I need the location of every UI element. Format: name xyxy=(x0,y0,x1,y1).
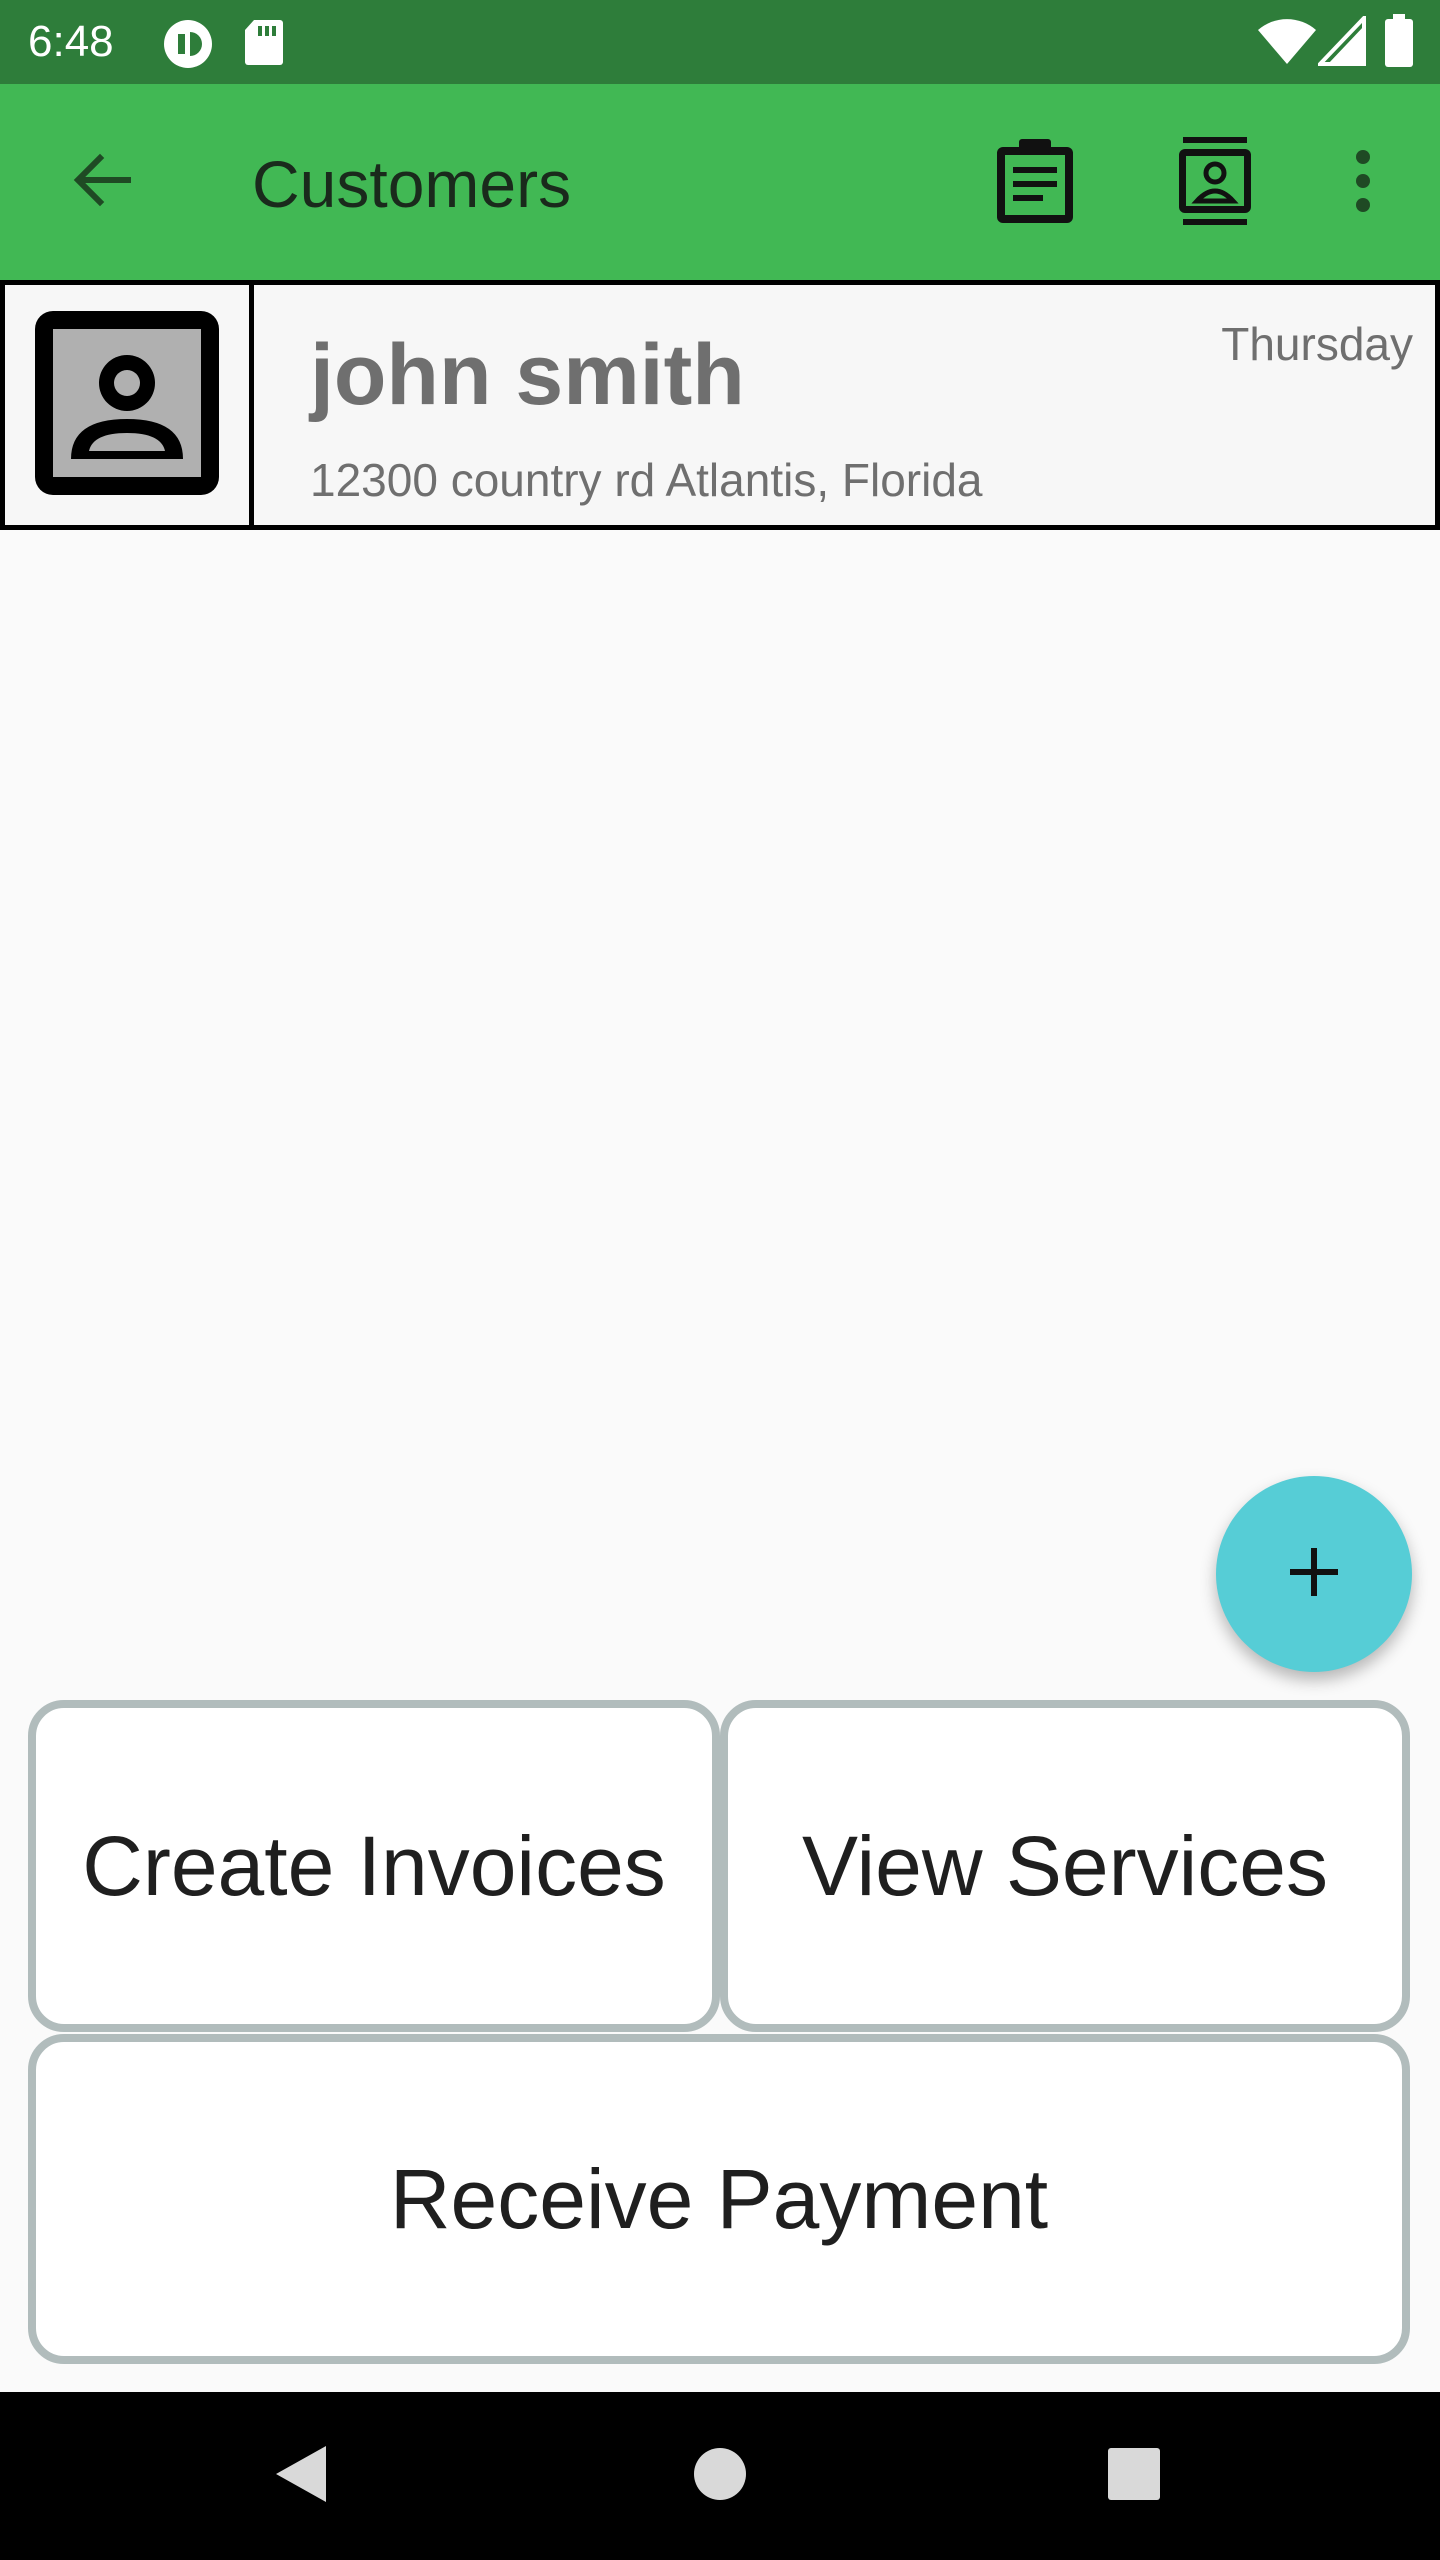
sd-card-icon xyxy=(244,18,284,71)
receive-payment-button[interactable]: Receive Payment xyxy=(28,2034,1410,2364)
notification-app-icon xyxy=(162,18,214,75)
view-services-button[interactable]: View Services xyxy=(720,1700,1410,2032)
battery-icon xyxy=(1384,14,1414,73)
clipboard-list-icon xyxy=(989,135,1081,232)
cellular-signal-icon xyxy=(1315,13,1366,71)
create-invoices-button[interactable]: Create Invoices xyxy=(28,1700,720,2032)
back-button[interactable] xyxy=(52,132,152,232)
wifi-icon xyxy=(1256,16,1318,71)
customer-address: 12300 country rd Atlantis, Florida xyxy=(310,454,983,506)
status-bar: 6:48 xyxy=(0,0,1440,84)
system-nav-bar xyxy=(0,2392,1440,2560)
app-bar: Customers xyxy=(0,84,1440,280)
invoices-toolbar-button[interactable] xyxy=(980,128,1090,238)
customer-day: Thursday xyxy=(1221,318,1413,370)
customer-name: john smith xyxy=(310,327,745,423)
home-circle-icon xyxy=(692,2446,748,2507)
overflow-menu-button[interactable] xyxy=(1308,128,1418,238)
contacts-toolbar-button[interactable] xyxy=(1160,128,1270,238)
plus-icon xyxy=(1284,1542,1344,1607)
nav-recents-button[interactable] xyxy=(1084,2426,1184,2526)
avatar xyxy=(5,285,254,525)
customer-list-item[interactable]: john smith 12300 country rd Atlantis, Fl… xyxy=(0,280,1440,530)
arrow-back-icon xyxy=(70,148,134,217)
recents-square-icon xyxy=(1106,2446,1162,2507)
contact-card-icon xyxy=(1175,135,1255,232)
more-vert-icon xyxy=(1353,149,1373,218)
nav-back-button[interactable] xyxy=(250,2426,350,2526)
page-title: Customers xyxy=(252,147,572,221)
nav-home-button[interactable] xyxy=(670,2426,770,2526)
status-time: 6:48 xyxy=(28,17,114,66)
back-triangle-icon xyxy=(270,2442,330,2511)
add-customer-button[interactable] xyxy=(1216,1476,1412,1672)
contact-portrait-icon xyxy=(31,307,223,504)
